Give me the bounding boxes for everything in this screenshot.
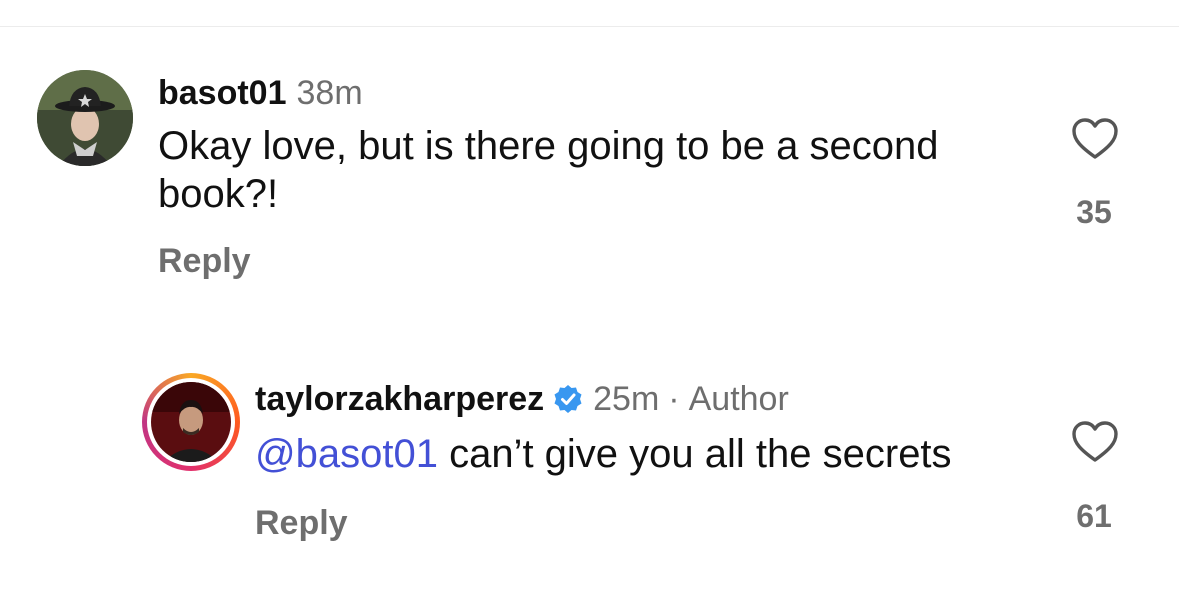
comment-meta: basot01 38m <box>158 73 363 113</box>
author-label: Author <box>688 380 789 418</box>
comment-text: Okay love, but is there going to be a se… <box>158 124 939 216</box>
comment-meta: taylorzakharperez 25m · Author <box>255 379 789 419</box>
timestamp: 38m <box>296 74 363 112</box>
like-count: 35 <box>1076 194 1112 230</box>
user-avatar-icon <box>37 70 133 166</box>
username[interactable]: basot01 <box>158 73 287 113</box>
reply-button[interactable]: Reply <box>158 242 251 281</box>
heart-icon[interactable] <box>1071 420 1119 464</box>
comment-text-body: can’t give you all the secrets <box>437 432 952 476</box>
verified-badge-icon <box>553 383 583 413</box>
username[interactable]: taylorzakharperez <box>255 379 544 419</box>
avatar[interactable] <box>37 70 133 166</box>
timestamp: 25m <box>593 380 660 418</box>
heart-icon[interactable] <box>1071 117 1119 161</box>
reply-button[interactable]: Reply <box>255 504 348 543</box>
avatar[interactable] <box>142 373 240 471</box>
user-avatar-icon <box>151 382 231 462</box>
comment-text: @basot01 can’t give you all the secrets <box>255 430 1055 478</box>
top-divider <box>0 26 1179 27</box>
separator-dot: · <box>668 380 680 418</box>
mention-link[interactable]: @basot01 <box>255 432 438 476</box>
story-ring <box>147 378 235 466</box>
like-count: 61 <box>1076 498 1112 534</box>
